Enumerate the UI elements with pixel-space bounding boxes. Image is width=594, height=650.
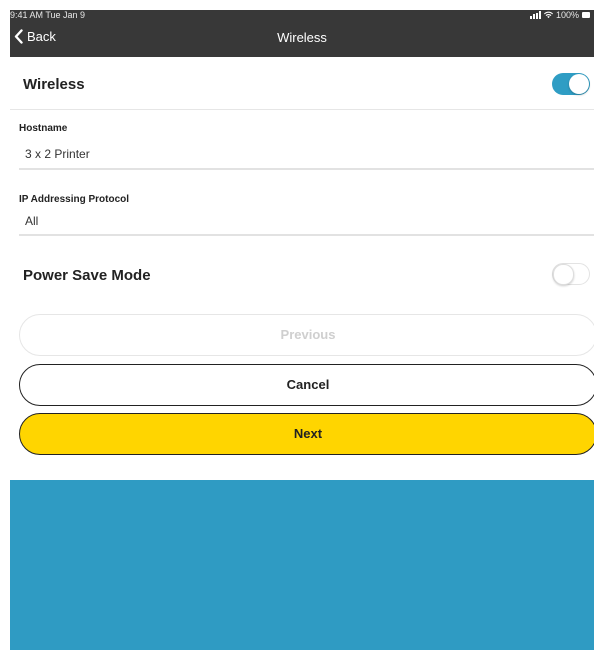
power-save-toggle[interactable] (552, 263, 590, 285)
toggle-knob (553, 264, 574, 285)
toggle-knob (569, 74, 589, 94)
cancel-button[interactable]: Cancel (19, 364, 594, 406)
status-time: 9:41 AM Tue Jan 9 (10, 10, 86, 20)
battery-icon (582, 12, 590, 18)
navigation-bar: 9:41 AM Tue Jan 9 100% Back Wireless (10, 10, 594, 57)
ip-protocol-label: IP Addressing Protocol (19, 194, 130, 205)
power-save-label: Power Save Mode (23, 267, 151, 284)
signal-icon (529, 11, 541, 19)
wireless-toggle[interactable] (552, 73, 590, 95)
hostname-field[interactable]: 3 x 2 Printer (25, 147, 90, 161)
hostname-underline (19, 168, 594, 170)
hostname-label: Hostname (19, 123, 68, 134)
app-screen: 9:41 AM Tue Jan 9 100% Back Wireless Wir… (10, 10, 594, 650)
next-button[interactable]: Next (19, 413, 594, 455)
battery-percent: 100% (555, 10, 579, 20)
page-title: Wireless (277, 30, 327, 45)
bottom-blue-panel (10, 480, 594, 650)
previous-button[interactable]: Previous (19, 314, 594, 356)
ip-protocol-underline (19, 234, 594, 236)
wireless-row: Wireless (10, 57, 594, 110)
wifi-icon (543, 11, 553, 19)
ip-protocol-select[interactable]: All (25, 214, 38, 228)
wireless-label: Wireless (23, 76, 85, 93)
status-indicators: 100% (529, 10, 590, 20)
